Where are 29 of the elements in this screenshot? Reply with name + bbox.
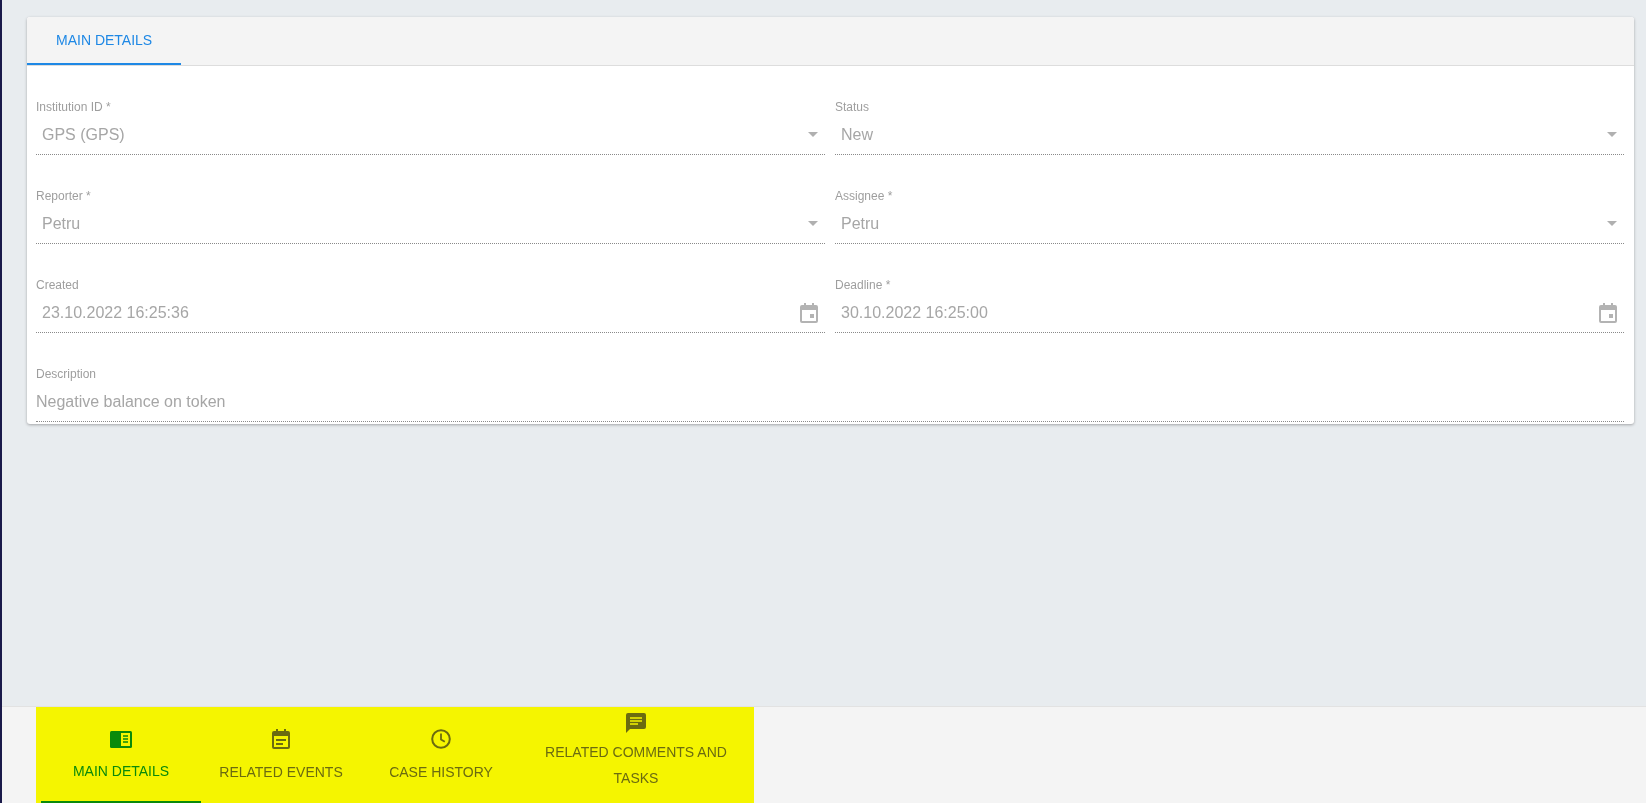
details-card-icon [110, 730, 132, 748]
bottom-nav-tab[interactable]: RELATED COMMENTS AND TASKS [521, 707, 751, 803]
calendar-icon[interactable] [1599, 302, 1617, 323]
clock-icon [431, 729, 451, 749]
calendar-icon[interactable] [800, 302, 818, 323]
bottom-nav-tab[interactable]: RELATED EVENTS [201, 707, 361, 803]
dropdown-field[interactable]: Petru [36, 204, 825, 244]
field-label: Assignee * [835, 189, 893, 203]
comment-icon [626, 713, 646, 733]
field-label: Institution ID * [36, 100, 111, 114]
field-label: Reporter * [36, 189, 91, 203]
calendar-icon [272, 729, 290, 749]
dropdown-field[interactable]: GPS (GPS) [36, 115, 825, 155]
date-field[interactable]: 30.10.2022 16:25:00 [835, 293, 1624, 333]
field-label: Created [36, 278, 79, 292]
dropdown-caret-icon[interactable] [1607, 221, 1617, 226]
dropdown-caret-icon[interactable] [808, 132, 818, 137]
dropdown-field[interactable]: New [835, 115, 1624, 155]
date-field[interactable]: 23.10.2022 16:25:36 [36, 293, 825, 333]
main-details-tab[interactable]: MAIN DETAILS [27, 17, 182, 65]
field-label: Deadline * [835, 278, 891, 292]
field-label: Description [36, 367, 97, 381]
field-label: Status [835, 100, 870, 114]
bottom-nav-tab[interactable]: CASE HISTORY [361, 707, 521, 803]
dropdown-caret-icon[interactable] [808, 221, 818, 226]
bottom-nav-tab[interactable]: MAIN DETAILS [41, 707, 201, 803]
dropdown-field[interactable]: Petru [835, 204, 1624, 244]
input-field[interactable]: Negative balance on token [36, 382, 1624, 422]
dropdown-caret-icon[interactable] [1607, 132, 1617, 137]
